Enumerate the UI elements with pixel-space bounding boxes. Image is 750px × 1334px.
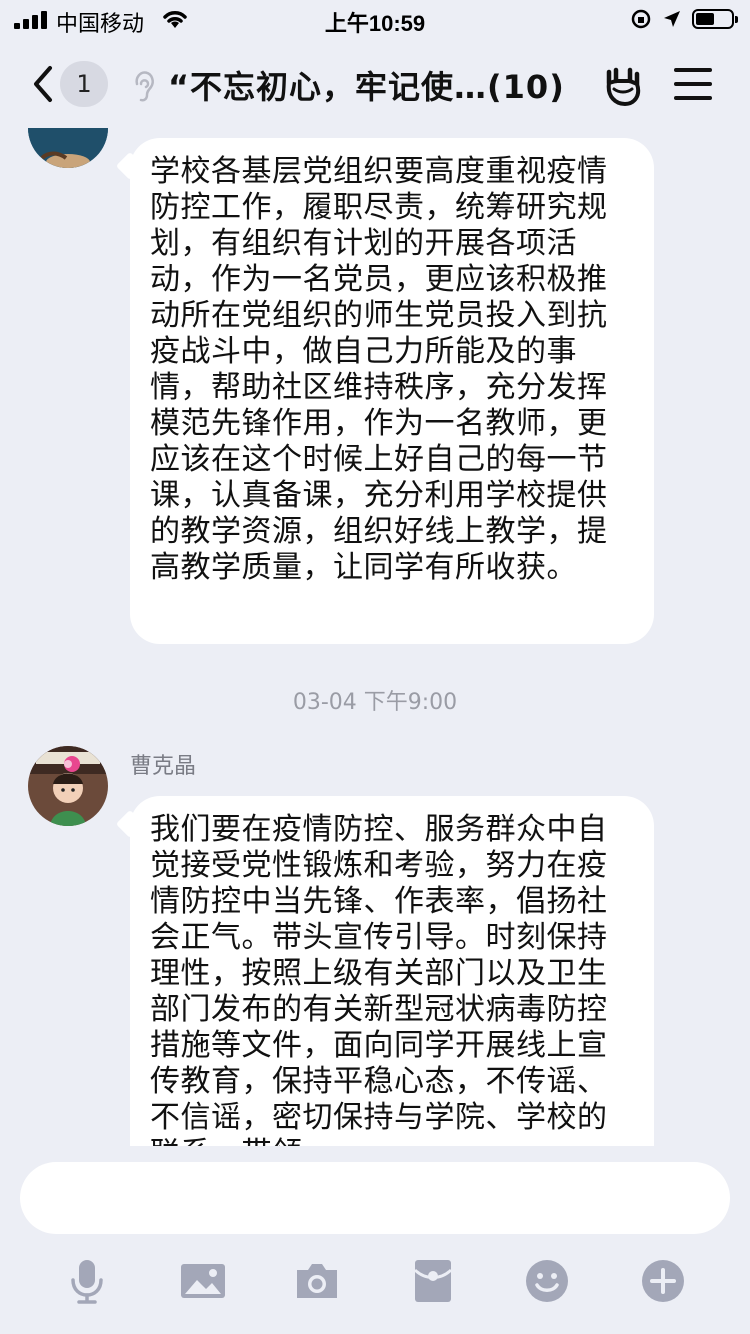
message-text: 学校各基层党组织要高度重视疫情防控工作，履职尽责，统筹研究规划，有组织有计划的开… <box>150 154 608 585</box>
message-text: 我们要在疫情防控、服务群众中自觉接受党性锻炼和考验，努力在疫情防控中当先锋、作表… <box>150 812 608 1146</box>
status-bar: 中国移动 上午10:59 <box>0 0 750 40</box>
menu-icon[interactable] <box>674 68 712 110</box>
group-function-icon[interactable] <box>600 62 646 108</box>
plus-icon[interactable] <box>640 1258 686 1304</box>
chat-header: 1 “不忘初心，牢记使…(10) <box>0 40 750 128</box>
input-bar <box>0 1146 750 1334</box>
unread-count-badge[interactable]: 1 <box>60 61 108 107</box>
sender-avatar[interactable] <box>28 128 108 168</box>
input-toolbar <box>0 1258 750 1308</box>
red-packet-icon[interactable] <box>410 1258 456 1304</box>
message-bubble[interactable]: 学校各基层党组织要高度重视疫情防控工作，履职尽责，统筹研究规划，有组织有计划的开… <box>130 138 654 644</box>
sender-avatar[interactable] <box>28 746 108 826</box>
sender-name: 曹克晶 <box>130 754 197 779</box>
chat-title: “不忘初心，牢记使…(10) <box>168 68 565 106</box>
ear-icon <box>135 71 154 102</box>
camera-icon[interactable] <box>294 1258 340 1304</box>
message-list[interactable]: 学校各基层党组织要高度重视疫情防控工作，履职尽责，统筹研究规划，有组织有计划的开… <box>0 128 750 1146</box>
location-icon <box>664 11 680 27</box>
message-timestamp: 03-04 下午9:00 <box>292 690 458 715</box>
emoji-icon[interactable] <box>524 1258 570 1304</box>
orientation-lock-icon <box>631 9 651 29</box>
back-icon[interactable] <box>24 60 64 108</box>
microphone-icon[interactable] <box>64 1258 110 1304</box>
message-bubble[interactable]: 我们要在疫情防控、服务群众中自觉接受党性锻炼和考验，努力在疫情防控中当先锋、作表… <box>130 796 654 1146</box>
battery-icon <box>692 9 738 29</box>
image-icon[interactable] <box>180 1258 226 1304</box>
message-input[interactable] <box>20 1162 730 1234</box>
